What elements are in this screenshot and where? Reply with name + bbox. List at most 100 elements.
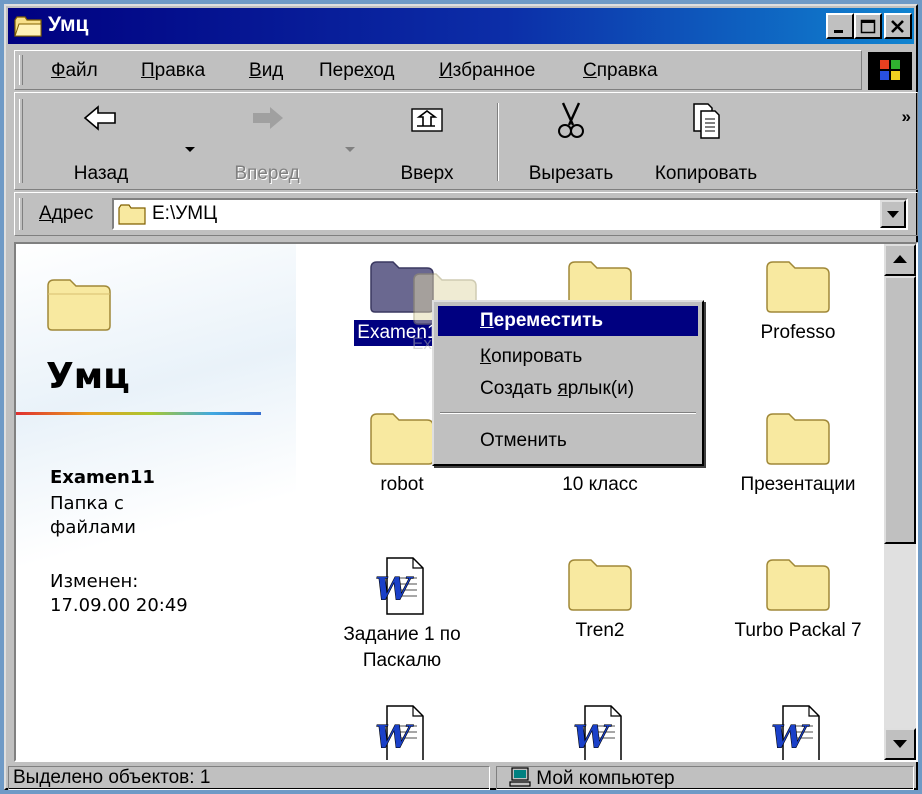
forward-button[interactable]: Вперед	[227, 101, 307, 184]
panel-divider	[16, 412, 261, 415]
back-arrow-icon	[83, 105, 116, 131]
close-button[interactable]	[884, 13, 912, 39]
cut-label: Вырезать	[528, 163, 614, 184]
web-view-info-panel: Умц Examen11 Папка с файлами Изменен: 17…	[16, 244, 296, 760]
toolbar-grip[interactable]	[19, 99, 23, 183]
windows-logo-icon	[880, 60, 900, 80]
back-label: Назад	[73, 163, 129, 184]
folder-icon	[766, 261, 830, 313]
word-document-icon: W	[771, 705, 820, 760]
folder-icon	[14, 16, 42, 37]
folder-icon	[766, 559, 830, 611]
title-bar[interactable]: Умц	[8, 8, 914, 44]
toolbar-separator	[497, 103, 499, 181]
file-item-prezentacii[interactable]: Презентации	[718, 410, 878, 498]
standard-toolbar: Назад Вперед Вверх Вырезать Копировать »	[14, 92, 918, 190]
menu-view[interactable]: Вид	[249, 60, 283, 82]
file-label: Презентации	[740, 474, 856, 495]
menu-separator	[440, 412, 696, 414]
up-folder-icon	[411, 108, 443, 132]
file-label: 10 класс	[562, 474, 638, 495]
panel-modified-value: 17.09.00 20:49	[50, 595, 188, 616]
address-path: E:\УМЦ	[152, 203, 218, 224]
panel-type-line1: Папка с	[50, 493, 124, 514]
explorer-window: Умц Файл Правка Вид Переход Избранное Сп…	[4, 4, 918, 790]
back-button[interactable]: Назад	[61, 101, 141, 184]
chevron-down-icon	[893, 740, 907, 748]
file-label: Задание 1 по Паскалю	[343, 624, 461, 671]
chevron-up-icon	[893, 255, 907, 263]
word-document-icon: W	[375, 557, 424, 615]
file-item-turbo-packal-7[interactable]: Turbo Packal 7	[718, 556, 878, 644]
scroll-up-button[interactable]	[884, 244, 916, 276]
scroll-thumb[interactable]	[884, 276, 916, 544]
chevron-down-icon	[887, 211, 899, 218]
status-zone: Мой компьютер	[496, 766, 914, 790]
close-icon	[891, 20, 904, 33]
addressbar-grip[interactable]	[19, 198, 23, 230]
menu-edit[interactable]: Правка	[141, 60, 205, 82]
scissors-icon	[558, 102, 584, 138]
file-item-document[interactable]: W	[520, 704, 680, 760]
file-item-zadanie-1[interactable]: W Задание 1 по Паскалю	[322, 556, 482, 674]
file-label: Turbo Packal 7	[734, 620, 862, 641]
file-label: Tren2	[575, 620, 625, 641]
menu-favorites[interactable]: Избранное	[439, 60, 535, 82]
status-zone-label: Мой компьютер	[536, 768, 675, 789]
file-label: Professo	[760, 322, 836, 343]
word-document-icon: W	[375, 705, 424, 760]
window-title: Умц	[48, 13, 89, 36]
vertical-scrollbar[interactable]	[884, 244, 916, 760]
panel-selected-name: Examen11	[50, 467, 155, 488]
menu-item-move[interactable]: Переместить	[438, 306, 698, 336]
copy-pages-icon	[693, 103, 720, 139]
menu-bar: Файл Правка Вид Переход Избранное Справк…	[14, 50, 862, 90]
status-bar: Выделено объектов: 1 Мой компьютер	[8, 766, 914, 790]
forward-dropdown-arrow[interactable]	[345, 147, 355, 152]
svg-text:W: W	[375, 570, 414, 608]
menu-help[interactable]: Справка	[583, 60, 658, 82]
minimize-icon	[834, 30, 843, 33]
folder-icon	[118, 204, 146, 225]
word-document-icon: W	[573, 705, 622, 760]
svg-text:W: W	[771, 718, 810, 756]
menu-item-cancel[interactable]: Отменить	[438, 426, 698, 456]
windows-logo-throbber	[868, 52, 912, 90]
menu-item-copy[interactable]: Копировать	[438, 342, 698, 372]
folder-icon	[370, 413, 434, 465]
maximize-icon	[860, 19, 876, 34]
svg-text:W: W	[375, 718, 414, 756]
file-item-tren2[interactable]: Tren2	[520, 556, 680, 644]
status-selection: Выделено объектов: 1	[8, 766, 490, 790]
menu-file[interactable]: Файл	[51, 60, 98, 82]
forward-label: Вперед	[234, 163, 300, 184]
copy-label: Копировать	[654, 163, 758, 184]
minimize-button[interactable]	[826, 13, 854, 39]
address-input[interactable]: E:\УМЦ	[112, 198, 908, 230]
scroll-down-button[interactable]	[884, 728, 916, 760]
folder-icon	[47, 279, 111, 331]
up-button[interactable]: Вверх	[387, 101, 467, 184]
cut-button[interactable]: Вырезать	[515, 101, 627, 184]
panel-modified-label: Изменен:	[50, 571, 139, 592]
folder-icon	[568, 559, 632, 611]
menu-go[interactable]: Переход	[319, 60, 395, 82]
file-item-document[interactable]: W	[718, 704, 878, 760]
back-dropdown-arrow[interactable]	[185, 147, 195, 152]
address-label: Адрес	[39, 203, 94, 224]
forward-arrow-icon	[253, 107, 283, 129]
copy-button[interactable]: Копировать	[641, 101, 771, 184]
toolbar-overflow-chevron[interactable]: »	[902, 107, 911, 127]
file-item-document[interactable]: W	[322, 704, 482, 760]
maximize-button[interactable]	[854, 13, 882, 39]
menubar-grip[interactable]	[19, 55, 23, 85]
file-item-professo[interactable]: Professo	[718, 258, 878, 346]
computer-icon	[509, 767, 531, 787]
folder-icon	[766, 413, 830, 465]
address-dropdown-button[interactable]	[880, 200, 906, 228]
file-label: robot	[380, 474, 424, 495]
panel-type-line2: файлами	[50, 517, 136, 538]
panel-folder-title: Умц	[46, 356, 130, 397]
menu-item-create-shortcut[interactable]: Создать ярлык(и)	[438, 374, 698, 404]
up-label: Вверх	[400, 163, 454, 184]
